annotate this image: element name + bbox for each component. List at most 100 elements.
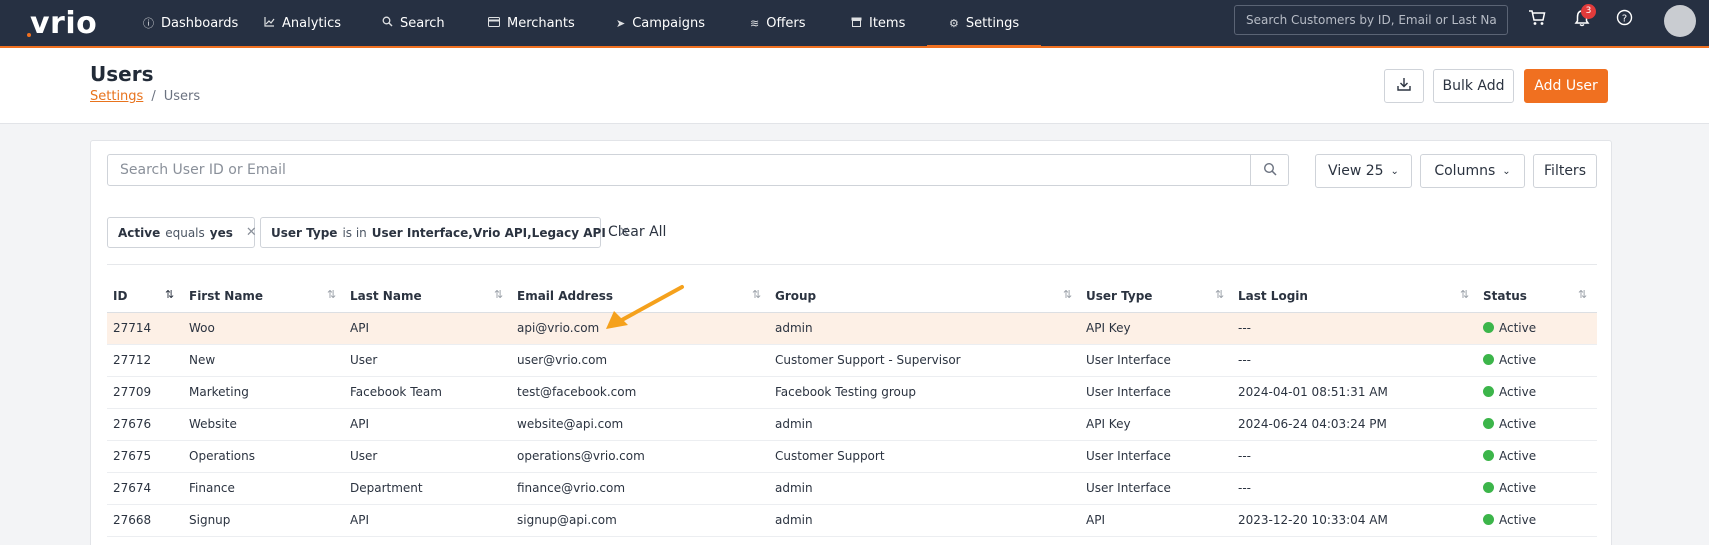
annotation-arrow-icon xyxy=(606,285,684,329)
filter-value: yes xyxy=(209,225,233,240)
info-circle-icon: ⓘ xyxy=(143,17,154,30)
search-icon xyxy=(382,16,393,30)
cell-group: Facebook Testing group xyxy=(775,385,917,399)
cell-user-type: User Interface xyxy=(1086,481,1171,495)
nav-dashboards[interactable]: ⓘ Dashboards xyxy=(143,0,238,46)
cell-group: Customer Support xyxy=(775,449,885,463)
sort-icon[interactable]: ⇅ xyxy=(752,288,761,301)
column-header-last-name[interactable]: Last Name xyxy=(350,289,422,303)
box-icon xyxy=(851,17,862,30)
cell-email: api@vrio.com xyxy=(517,321,600,335)
user-search-input[interactable] xyxy=(107,154,1251,186)
table-row[interactable]: 27675 Operations User operations@vrio.co… xyxy=(107,441,1597,473)
column-header-status[interactable]: Status xyxy=(1483,289,1527,303)
nav-items[interactable]: Items xyxy=(851,0,905,46)
filters-button[interactable]: Filters xyxy=(1533,154,1597,188)
cell-email: user@vrio.com xyxy=(517,353,608,367)
nav-campaigns[interactable]: ➤ Campaigns xyxy=(616,0,705,46)
status-dot xyxy=(1483,482,1494,493)
filter-field: User Type xyxy=(271,225,338,240)
add-user-button[interactable]: Add User xyxy=(1524,69,1608,103)
view-count-label: View 25 xyxy=(1328,163,1384,179)
cell-email: website@api.com xyxy=(517,417,624,431)
sort-icon[interactable]: ⇅ xyxy=(327,288,336,301)
cell-group: admin xyxy=(775,417,813,431)
cell-group: admin xyxy=(775,513,813,527)
sort-icon[interactable]: ⇅ xyxy=(1215,288,1224,301)
table-row[interactable]: 27709 Marketing Facebook Team test@faceb… xyxy=(107,377,1597,409)
columns-dropdown[interactable]: Columns ⌄ xyxy=(1420,154,1525,188)
sort-icon[interactable]: ⇅ xyxy=(1460,288,1469,301)
cell-id: 27675 xyxy=(113,449,152,463)
column-header-last-login[interactable]: Last Login xyxy=(1238,289,1308,303)
cell-last-name: API xyxy=(350,321,369,335)
bulk-add-button[interactable]: Bulk Add xyxy=(1433,69,1514,103)
gears-icon: ⚙ xyxy=(949,16,959,30)
nav-offers[interactable]: ≋ Offers xyxy=(750,0,806,46)
search-button[interactable] xyxy=(1251,154,1289,186)
cell-email: test@facebook.com xyxy=(517,385,637,399)
table-row[interactable]: 27674 Finance Department finance@vrio.co… xyxy=(107,473,1597,505)
remove-filter-icon[interactable]: ✕ xyxy=(246,225,257,240)
column-header-id[interactable]: ID xyxy=(113,289,127,303)
filter-chip-user-type[interactable]: User Type is in User Interface,Vrio API,… xyxy=(260,217,630,248)
nav-label: Merchants xyxy=(507,15,575,31)
view-count-dropdown[interactable]: View 25 ⌄ xyxy=(1315,154,1412,188)
cell-id: 27712 xyxy=(113,353,152,367)
column-header-group[interactable]: Group xyxy=(775,289,816,303)
svg-text:?: ? xyxy=(1622,13,1627,24)
nav-merchants[interactable]: Merchants xyxy=(488,0,575,46)
page-header: Users Settings / Users Bulk Add Add User xyxy=(0,48,1709,124)
users-table-card: View 25 ⌄ Columns ⌄ Filters Active equal… xyxy=(90,140,1612,545)
column-header-email[interactable]: Email Address xyxy=(517,289,613,303)
status-dot xyxy=(1483,514,1494,525)
nav-label: Items xyxy=(869,15,906,31)
status-dot xyxy=(1483,386,1494,397)
cell-first-name: Woo xyxy=(189,321,215,335)
sort-icon[interactable]: ⇅ xyxy=(494,288,503,301)
cell-id: 27709 xyxy=(113,385,152,399)
table-row[interactable]: 27676 Website API website@api.com admin … xyxy=(107,409,1597,441)
breadcrumb-separator: / xyxy=(151,89,156,104)
sort-icon[interactable]: ⇅ xyxy=(1578,288,1587,301)
layers-icon: ≋ xyxy=(750,16,760,30)
help-icon[interactable]: ? xyxy=(1616,9,1633,31)
cell-first-name: Signup xyxy=(189,513,231,527)
table-row[interactable]: 27714 Woo API api@vrio.com admin API Key… xyxy=(107,313,1597,345)
search-icon xyxy=(1263,161,1277,180)
cell-user-type: API Key xyxy=(1086,321,1131,335)
table-row[interactable]: 27668 Signup API signup@api.com admin AP… xyxy=(107,505,1597,537)
cart-icon[interactable] xyxy=(1528,9,1546,31)
filter-chip-active[interactable]: Active equals yes ✕ xyxy=(107,217,257,248)
cell-email: signup@api.com xyxy=(517,513,617,527)
cell-email: finance@vrio.com xyxy=(517,481,626,495)
clear-all-filters-link[interactable]: Clear All xyxy=(608,224,666,240)
cell-user-type: User Interface xyxy=(1086,449,1171,463)
sort-icon[interactable]: ⇅ xyxy=(165,288,174,301)
status-dot xyxy=(1483,322,1494,333)
nav-analytics[interactable]: Analytics xyxy=(264,0,341,46)
column-header-first-name[interactable]: First Name xyxy=(189,289,263,303)
status-label: Active xyxy=(1499,321,1537,335)
nav-settings[interactable]: ⚙ Settings xyxy=(926,0,1042,48)
cell-group: admin xyxy=(775,481,813,495)
avatar[interactable] xyxy=(1664,5,1696,37)
cell-id: 27668 xyxy=(113,513,152,527)
vrio-logo[interactable]: vrio xyxy=(27,6,97,41)
breadcrumb-settings-link[interactable]: Settings xyxy=(90,89,143,104)
cell-last-login: --- xyxy=(1238,321,1251,335)
download-button[interactable] xyxy=(1384,69,1424,103)
sort-icon[interactable]: ⇅ xyxy=(1063,288,1072,301)
status-dot xyxy=(1483,450,1494,461)
cell-last-login: 2024-06-24 04:03:24 PM xyxy=(1238,417,1387,431)
cell-user-type: API xyxy=(1086,513,1105,527)
cell-group: admin xyxy=(775,321,813,335)
cell-status: Active xyxy=(1483,513,1536,527)
filter-value: User Interface,Vrio API,Legacy API xyxy=(371,225,606,240)
nav-search[interactable]: Search xyxy=(382,0,445,46)
table-row[interactable]: 27712 New User user@vrio.com Customer Su… xyxy=(107,345,1597,377)
customer-search-input[interactable] xyxy=(1234,5,1508,35)
column-header-user-type[interactable]: User Type xyxy=(1086,289,1152,303)
filter-operator: is in xyxy=(342,225,367,240)
columns-label: Columns xyxy=(1434,163,1496,179)
